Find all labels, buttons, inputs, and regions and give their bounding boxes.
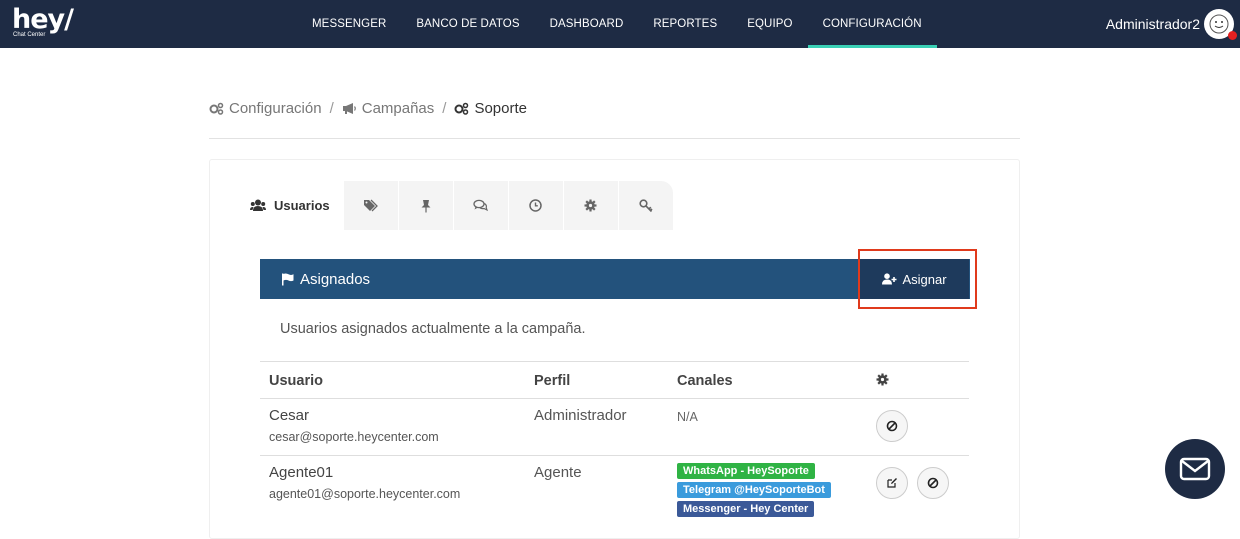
tab-settings[interactable]: [563, 181, 618, 230]
channels-none: N/A: [677, 410, 698, 424]
breadcrumb-soporte: Soporte: [454, 100, 527, 117]
breadcrumb-separator: /: [442, 100, 447, 117]
tab-chat[interactable]: [453, 181, 508, 230]
nav-banco-de-datos[interactable]: BANCO DE DATOS: [401, 0, 534, 48]
column-header-usuario: Usuario: [269, 373, 323, 389]
main-nav: MESSENGER BANCO DE DATOS DASHBOARD REPOR…: [297, 0, 937, 48]
table-row: Agente01 agente01@soporte.heycenter.com …: [260, 455, 969, 535]
user-profile: Administrador: [534, 407, 627, 424]
users-table: Usuario Perfil Canales Cesar cesar@sopor…: [260, 361, 969, 535]
channel-badge-telegram: Telegram @HeySoporteBot: [677, 482, 831, 498]
breadcrumb-campanas[interactable]: Campañas: [342, 100, 435, 117]
users-icon: [250, 199, 266, 211]
user-profile: Agente: [534, 464, 582, 481]
tags-icon: [364, 199, 379, 212]
table-row: Cesar cesar@soporte.heycenter.com Admini…: [260, 398, 969, 455]
status-dot: [1228, 31, 1237, 40]
channel-badge-whatsapp: WhatsApp - HeySoporte: [677, 463, 815, 479]
edit-button[interactable]: [876, 467, 908, 499]
edit-icon: [887, 478, 897, 488]
nav-equipo[interactable]: EQUIPO: [732, 0, 807, 48]
envelope-icon: [1179, 457, 1211, 481]
breadcrumb-configuracion[interactable]: Configuración: [209, 100, 322, 117]
nav-configuracion[interactable]: CONFIGURACIÓN: [807, 0, 937, 48]
clock-icon: [529, 199, 542, 212]
tab-usuarios[interactable]: Usuarios: [240, 181, 344, 230]
logo[interactable]: hey/ Chat Center: [12, 4, 74, 39]
block-button[interactable]: [917, 467, 949, 499]
user-name: Agente01: [269, 464, 334, 481]
cogs-icon: [454, 102, 469, 115]
panel-title: Asignados: [281, 271, 370, 288]
user-email: cesar@soporte.heycenter.com: [269, 430, 439, 444]
megaphone-icon: [342, 103, 356, 114]
chat-button[interactable]: [1165, 439, 1225, 499]
tab-pin[interactable]: [398, 181, 453, 230]
channel-badge-messenger: Messenger - Hey Center: [677, 501, 815, 517]
divider: [209, 138, 1020, 139]
smiley-avatar-icon[interactable]: [1204, 9, 1237, 40]
tab-key[interactable]: [618, 181, 673, 230]
tab-label: Usuarios: [274, 198, 330, 213]
chat-icon: [473, 199, 489, 212]
block-icon: [886, 420, 898, 432]
row-actions: [876, 410, 917, 442]
breadcrumb-separator: /: [329, 100, 334, 117]
column-header-canales: Canales: [677, 373, 733, 389]
gear-icon: [584, 199, 597, 212]
user-email: agente01@soporte.heycenter.com: [269, 487, 461, 501]
panel-title-text: Asignados: [300, 270, 371, 288]
nav-dashboard[interactable]: DASHBOARD: [535, 0, 639, 48]
breadcrumb: Configuración / Campañas / Soporte: [209, 100, 527, 117]
nav-messenger[interactable]: MESSENGER: [297, 0, 401, 48]
tab-tags[interactable]: [343, 181, 398, 230]
row-actions: [876, 467, 958, 499]
panel-description: Usuarios asignados actualmente a la camp…: [280, 321, 586, 337]
breadcrumb-label: Soporte: [474, 100, 527, 117]
nav-reportes[interactable]: REPORTES: [638, 0, 732, 48]
logo-text: hey/: [12, 4, 74, 35]
user-name: Cesar: [269, 407, 310, 424]
top-navbar: hey/ Chat Center MESSENGER BANCO DE DATO…: [0, 0, 1240, 48]
block-icon: [927, 477, 939, 489]
tab-clock[interactable]: [508, 181, 563, 230]
gear-icon: [876, 373, 889, 390]
channel-badges: WhatsApp - HeySoporte Telegram @HeySopor…: [677, 463, 831, 520]
column-header-perfil: Perfil: [534, 373, 571, 389]
campaign-card: Usuarios Usuarios asignados actualmente …: [209, 159, 1020, 539]
user-menu[interactable]: Administrador2: [1105, 9, 1237, 40]
block-button[interactable]: [876, 410, 908, 442]
breadcrumb-label: Configuración: [229, 100, 322, 117]
pin-icon: [421, 199, 431, 212]
table-header: Usuario Perfil Canales: [260, 361, 969, 398]
highlight-box: [858, 249, 977, 309]
flag-icon: [282, 272, 294, 285]
user-name: Administrador2: [1105, 16, 1200, 32]
cogs-icon: [209, 102, 224, 115]
key-icon: [639, 198, 653, 212]
campaign-tabs: Usuarios: [240, 181, 674, 230]
breadcrumb-label: Campañas: [361, 100, 435, 117]
